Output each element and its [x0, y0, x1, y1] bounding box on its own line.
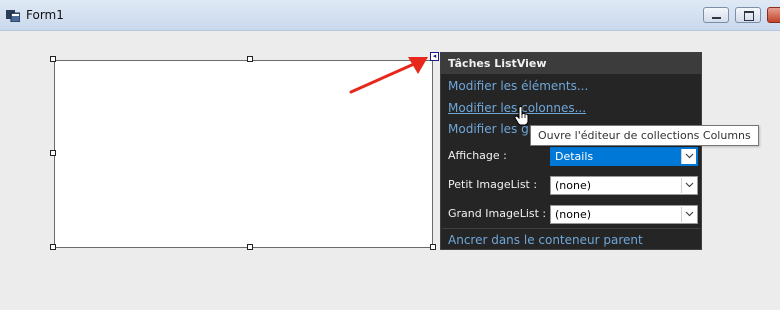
large-imagelist-label: Grand ImageList : — [448, 207, 547, 220]
chevron-down-icon — [685, 211, 694, 217]
selection-handle[interactable] — [50, 56, 56, 62]
annotation-arrow-icon — [349, 57, 428, 94]
selection-handle[interactable] — [50, 150, 56, 156]
small-imagelist-label: Petit ImageList : — [448, 178, 538, 191]
tooltip: Ouvre l'éditeur de collections Columns — [530, 125, 759, 146]
chevron-down-icon — [685, 153, 694, 159]
chevron-down-icon — [685, 182, 694, 188]
view-combobox[interactable]: Details — [550, 147, 698, 166]
maximize-icon — [744, 11, 754, 21]
window-title: Form1 — [26, 8, 64, 22]
window-titlebar[interactable]: Form1 — [0, 0, 780, 31]
small-imagelist-combobox[interactable]: (none) — [550, 176, 698, 195]
selection-handle[interactable] — [430, 244, 436, 250]
small-imagelist-value: (none) — [555, 179, 592, 192]
panel-separator — [442, 228, 700, 229]
panel-title: Tâches ListView — [441, 53, 701, 74]
view-value: Details — [555, 150, 594, 163]
dropdown-button[interactable] — [681, 178, 696, 193]
selection-handle[interactable] — [247, 56, 253, 62]
selection-handle[interactable] — [50, 244, 56, 250]
dropdown-button[interactable] — [681, 207, 696, 222]
dropdown-button[interactable] — [681, 149, 696, 164]
large-imagelist-value: (none) — [555, 208, 592, 221]
close-button[interactable] — [767, 7, 780, 23]
smart-tag-panel: Tâches ListView Modifier les éléments...… — [440, 52, 702, 250]
view-label: Affichage : — [448, 149, 507, 162]
maximize-button[interactable] — [735, 7, 761, 23]
minimize-button[interactable] — [703, 7, 729, 23]
form-icon — [6, 10, 20, 22]
minimize-icon — [712, 17, 721, 19]
selection-handle[interactable] — [247, 244, 253, 250]
edit-items-link[interactable]: Modifier les éléments... — [448, 79, 588, 93]
large-imagelist-combobox[interactable]: (none) — [550, 205, 698, 224]
hand-cursor-icon — [514, 106, 529, 126]
dock-in-parent-link[interactable]: Ancrer dans le conteneur parent — [448, 233, 643, 247]
